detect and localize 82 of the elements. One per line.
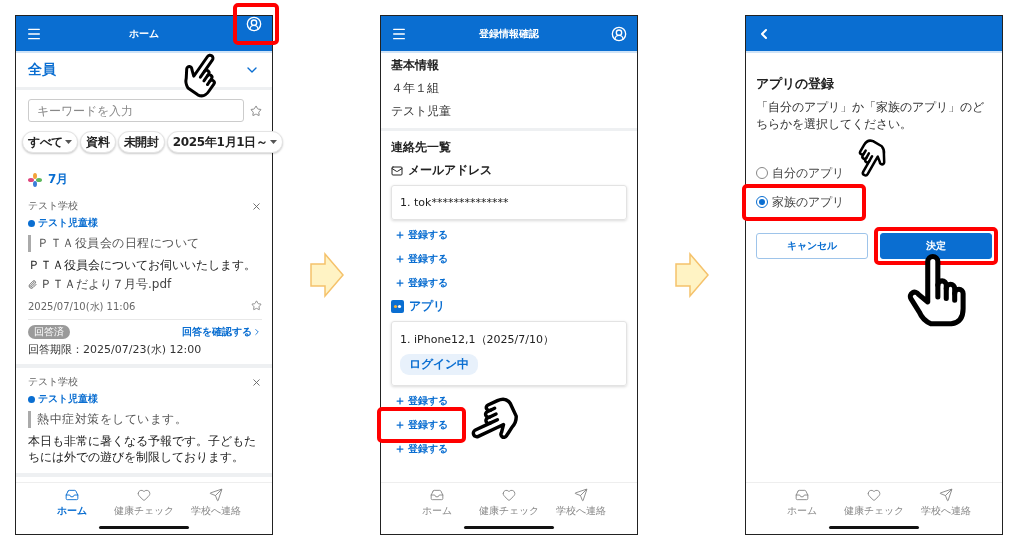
recipient-label: テスト児童様 bbox=[28, 216, 262, 230]
plus-icon bbox=[395, 420, 405, 430]
close-icon[interactable] bbox=[251, 200, 262, 212]
star-icon[interactable] bbox=[251, 299, 262, 311]
star-icon[interactable] bbox=[250, 104, 262, 117]
nav-tab[interactable]: 健康チェック bbox=[841, 488, 907, 518]
plus-icon bbox=[395, 396, 405, 406]
confirm-button[interactable]: 決定 bbox=[880, 232, 992, 259]
nav-tab[interactable]: 学校へ連絡 bbox=[913, 488, 979, 518]
register-button[interactable]: 登録する bbox=[391, 392, 452, 410]
heart-icon bbox=[867, 488, 881, 502]
pinwheel-icon bbox=[28, 172, 42, 187]
notice-body: 本日も非常に暑くなる予報です。子どもたちには外での遊びを制限しております。 bbox=[28, 433, 257, 466]
register-button[interactable]: 登録する bbox=[391, 416, 452, 434]
notice-title: ＰＴＡ役員会の日程について bbox=[28, 235, 262, 252]
nav-tab[interactable]: ホーム bbox=[769, 488, 835, 518]
instruction-text: 「自分のアプリ」か「家族のアプリ」のどちらかを選択してください。 bbox=[756, 99, 985, 133]
notice-card[interactable]: テスト学校 テスト児童様 ＰＴＡ役員会の日程について ＰＴＡ役員会についてお伺いいたします。 ＰＴＡだより７月号.pdf 2025/07/10(水) 11:06 回答済 回答を確認する 回答期限：2025/07/23(水) 12:00 bbox=[16, 192, 272, 369]
app-icon bbox=[391, 300, 404, 313]
plus-icon bbox=[395, 278, 405, 288]
heart-icon bbox=[137, 488, 151, 502]
heart-icon bbox=[502, 488, 516, 502]
filter-chip[interactable]: 未開封 bbox=[117, 131, 165, 153]
nav-tab[interactable]: 学校へ連絡 bbox=[548, 488, 614, 518]
mail-icon bbox=[391, 164, 403, 177]
filter-chip[interactable]: 資料 bbox=[80, 131, 116, 153]
register-button[interactable]: 登録する bbox=[391, 274, 452, 292]
post-date: 2025/07/10(水) 11:06 bbox=[28, 300, 136, 315]
account-icon[interactable] bbox=[246, 16, 262, 32]
contact-type-heading: メールアドレス bbox=[391, 162, 627, 179]
screen-heading: アプリの登録 bbox=[756, 75, 835, 93]
tray-icon bbox=[430, 488, 444, 502]
notice-body: ＰＴＡ役員会についてお伺いいたします。 bbox=[28, 257, 257, 274]
screen-title: 登録情報確認 bbox=[479, 26, 539, 41]
info-text: テスト児童 bbox=[391, 103, 452, 120]
plus-icon bbox=[395, 444, 405, 454]
contact-type-heading: アプリ bbox=[391, 298, 627, 315]
contact-entry: 1. tok************** bbox=[400, 196, 510, 209]
plus-icon bbox=[395, 230, 405, 240]
notice-title: 熱中症対策をしています。 bbox=[28, 411, 262, 429]
section-heading: 基本情報 bbox=[391, 57, 440, 74]
next-step-arrow-icon bbox=[308, 252, 345, 298]
close-icon[interactable] bbox=[251, 376, 262, 388]
radio-option[interactable]: 家族のアプリ bbox=[756, 193, 844, 211]
paper-plane-icon bbox=[574, 488, 588, 502]
register-button[interactable]: 登録する bbox=[391, 226, 452, 244]
month-heading: 7月 bbox=[48, 171, 69, 188]
check-answer-link[interactable]: 回答を確認する bbox=[182, 325, 262, 340]
contact-entry: 1. iPhone12,1（2025/7/10） bbox=[400, 332, 556, 347]
attachment-link[interactable]: ＰＴＡだより７月号.pdf bbox=[28, 276, 262, 294]
register-button[interactable]: 登録する bbox=[391, 440, 452, 458]
chevron-right-icon bbox=[252, 327, 262, 338]
nav-tab[interactable]: 学校へ連絡 bbox=[183, 488, 249, 518]
status-tag: ログイン中 bbox=[400, 354, 478, 375]
nav-tab[interactable]: ホーム bbox=[39, 488, 105, 518]
filter-chip[interactable]: すべて bbox=[22, 131, 79, 153]
audience-selector[interactable]: 全員 bbox=[28, 61, 56, 79]
tray-icon bbox=[795, 488, 809, 502]
screen-title: ホーム bbox=[129, 26, 159, 41]
nav-tab[interactable]: 健康チェック bbox=[476, 488, 542, 518]
paper-plane-icon bbox=[209, 488, 223, 502]
notice-card[interactable]: テスト学校 テスト児童様 熱中症対策をしています。 本日も非常に暑くなる予報です。子どもたちには外での遊びを制限しております。 bbox=[16, 368, 272, 477]
filter-chip[interactable]: 2025年1月1日～ bbox=[166, 131, 283, 153]
recipient-label: テスト児童様 bbox=[28, 392, 262, 407]
answer-deadline: 回答期限：2025/07/23(水) 12:00 bbox=[28, 342, 203, 358]
search-field[interactable]: キーワードを入力 bbox=[28, 99, 244, 122]
register-button[interactable]: 登録する bbox=[391, 250, 452, 268]
info-text: ４年１組 bbox=[391, 80, 440, 97]
cancel-button[interactable]: キャンセル bbox=[756, 232, 868, 259]
school-name: テスト学校 bbox=[28, 199, 78, 213]
nav-tab[interactable]: 健康チェック bbox=[111, 488, 177, 518]
status-badge: 回答済 bbox=[28, 325, 70, 340]
section-heading: 連絡先一覧 bbox=[391, 139, 452, 156]
tray-icon bbox=[65, 488, 79, 502]
account-icon[interactable] bbox=[611, 25, 627, 42]
school-name: テスト学校 bbox=[28, 375, 78, 390]
paper-plane-icon bbox=[939, 488, 953, 502]
plus-icon bbox=[395, 254, 405, 264]
paperclip-icon bbox=[28, 280, 37, 290]
nav-tab[interactable]: ホーム bbox=[404, 488, 470, 518]
radio-option[interactable]: 自分のアプリ bbox=[756, 164, 844, 182]
next-step-arrow-icon bbox=[673, 252, 710, 298]
